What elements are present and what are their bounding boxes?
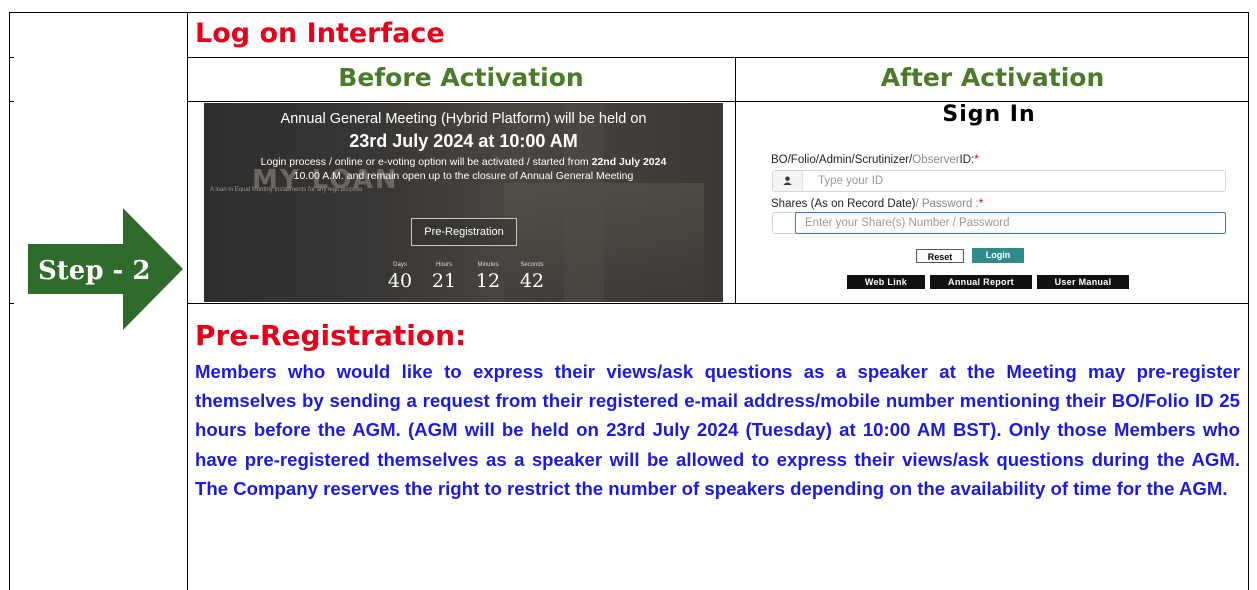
table-row-divider (187, 57, 1249, 58)
password-field-label: Shares (As on Record Date)/ Password :* (771, 197, 983, 211)
countdown-value: 40 (387, 270, 413, 292)
table-border-divider (187, 12, 188, 590)
section-title-log-on: Log on Interface (195, 18, 445, 49)
section-title-pre-registration: Pre-Registration: (195, 319, 467, 352)
required-mark: * (978, 198, 984, 210)
id-input[interactable]: Type your ID (772, 170, 1226, 192)
before-activation-screenshot: MY LOAN Annual General Meeting (Hybrid P… (204, 103, 723, 302)
password-input[interactable]: Enter your Share(s) Number / Password (772, 212, 1226, 234)
countdown-value: 21 (431, 270, 457, 292)
table-tick-left (9, 303, 14, 304)
countdown-seconds: Seconds 42 (512, 261, 552, 293)
pw-label-text: Shares (As on Record Date) (771, 198, 916, 210)
id-input-placeholder: Type your ID (818, 175, 884, 187)
user-icon (783, 176, 792, 185)
annual-report-button[interactable]: Annual Report (930, 275, 1032, 289)
id-label-observer: Observer (912, 154, 960, 166)
agm-date: 23rd July 2024 at 10:00 AM (349, 131, 578, 151)
countdown-minutes: Minutes 12 (468, 261, 508, 293)
table-border-left (9, 12, 10, 590)
id-input-addon (773, 171, 803, 191)
countdown-label: Minutes (477, 262, 499, 268)
sign-in-title: Sign In (942, 102, 1036, 127)
step-label: Step - 2 (38, 256, 151, 286)
countdown-value: 12 (475, 270, 501, 292)
column-head-after: After Activation (880, 63, 1105, 92)
user-manual-button[interactable]: User Manual (1037, 275, 1129, 289)
login-process-text-2: 10.00 A.M. and remain open up to the clo… (293, 170, 634, 182)
pre-registration-body: Members who would like to express their … (195, 361, 1240, 499)
table-border-top (9, 12, 1249, 13)
id-label-text: BO/Folio/Admin/Scrutinizer/ (771, 154, 913, 166)
password-input-placeholder: Enter your Share(s) Number / Password (805, 217, 1010, 229)
agm-announcement: Annual General Meeting (Hybrid Platform)… (280, 111, 647, 127)
countdown-days: Days 40 (380, 261, 420, 293)
countdown-label: Seconds (520, 262, 544, 268)
id-field-label: BO/Folio/Admin/Scrutinizer/ObserverID:* (771, 153, 979, 167)
web-link-button[interactable]: Web Link (847, 275, 925, 289)
after-activation-screenshot: Sign In BO/Folio/Admin/Scrutinizer/Obser… (741, 102, 1237, 302)
loan-tagline: A loan in Equal Monthly Installments for… (210, 187, 363, 193)
table-border-right (1248, 12, 1249, 590)
countdown-value: 42 (519, 270, 545, 292)
table-tick-left (9, 101, 14, 102)
login-button[interactable]: Login (972, 248, 1024, 263)
id-label-suffix: ID: (959, 154, 975, 166)
login-process-text-part: Login process / online or e-voting optio… (260, 156, 592, 168)
pw-label-password: / Password : (915, 198, 979, 210)
table-tick-left (9, 57, 14, 58)
column-head-before: Before Activation (338, 63, 584, 92)
login-start-date: 22nd July 2024 (591, 156, 667, 168)
reset-button[interactable]: Reset (916, 249, 964, 263)
countdown-hours: Hours 21 (424, 261, 464, 293)
table-row-divider (187, 303, 1249, 304)
pre-registration-button[interactable]: Pre-Registration (411, 218, 517, 246)
countdown-label: Hours (435, 262, 452, 268)
required-mark: * (974, 154, 979, 166)
countdown-label: Days (393, 262, 407, 268)
login-process-text: Login process / online or e-voting optio… (204, 156, 723, 169)
